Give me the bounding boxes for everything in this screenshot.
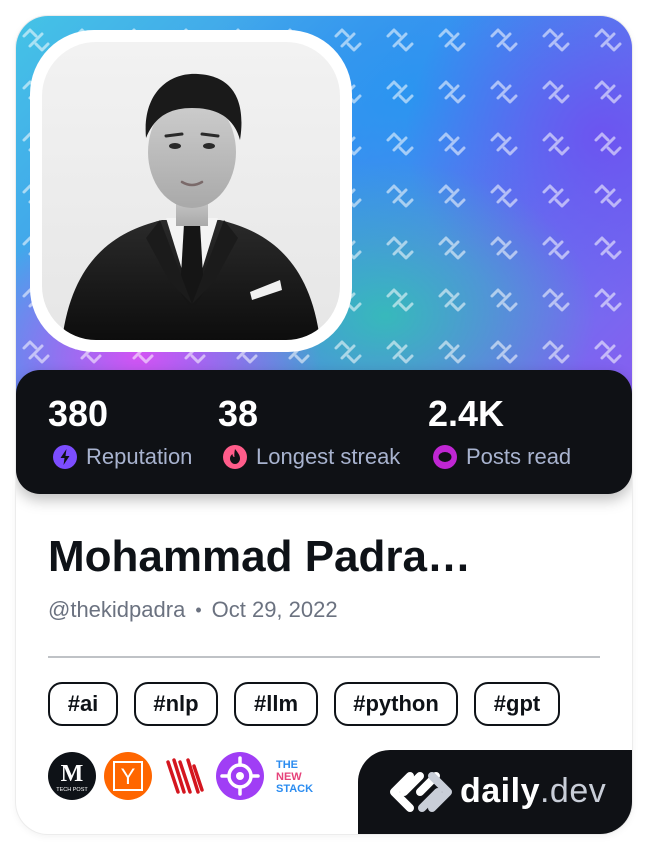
reputation-value: 380 [48, 393, 109, 434]
stats-bar: 380 Reputation 38 Longest streak 2.4K Po… [16, 370, 632, 494]
profile-name: Mohammad Padra… [48, 532, 471, 581]
profile-joined-date: Oct 29, 2022 [211, 597, 338, 622]
hacker-news-source-icon[interactable]: Y [104, 752, 152, 800]
svg-text:STACK: STACK [276, 783, 313, 795]
avatar-photo-illustration [62, 73, 320, 340]
longest-streak-label-row: Longest streak [222, 444, 400, 470]
avatar-frame [30, 30, 352, 352]
reputation-label-row: Reputation [52, 444, 192, 470]
brand-wordmark: daily.dev [460, 770, 606, 812]
meta-separator: • [195, 600, 202, 620]
tag-llm[interactable]: #llm [234, 682, 318, 726]
tag-ai[interactable]: #ai [48, 682, 118, 726]
crosshair-source-icon[interactable] [216, 752, 264, 800]
tag-nlp[interactable]: #nlp [134, 682, 218, 726]
brand-badge[interactable]: daily.dev [358, 750, 632, 834]
tag-gpt[interactable]: #gpt [474, 682, 560, 726]
avatar[interactable] [42, 42, 340, 340]
cover-background [16, 16, 632, 416]
tech-post-source-icon[interactable]: M TECH POST [48, 752, 96, 800]
profile-meta: @thekidpadra • Oct 29, 2022 [48, 596, 338, 624]
profile-card: 380 Reputation 38 Longest streak 2.4K Po… [16, 16, 632, 834]
streak-flame-icon [223, 445, 247, 469]
divider [48, 656, 600, 658]
posts-read-label: Posts read [466, 444, 572, 469]
svg-text:TECH POST: TECH POST [56, 787, 88, 793]
svg-text:M: M [61, 761, 84, 787]
svg-text:Y: Y [121, 764, 136, 789]
brand-suffix: .dev [539, 772, 607, 810]
the-new-stack-source-icon[interactable]: THE NEW STACK [272, 752, 320, 800]
posts-read-value: 2.4K [428, 393, 505, 434]
brand-name: daily [460, 772, 540, 810]
svg-text:NEW: NEW [276, 771, 302, 783]
profile-username[interactable]: @thekidpadra [48, 596, 185, 624]
daily-dev-logo-icon [390, 772, 452, 812]
reputation-label: Reputation [86, 444, 193, 469]
longest-streak-value: 38 [218, 393, 259, 434]
reputation-bolt-icon [53, 445, 77, 469]
tag-python[interactable]: #python [334, 682, 458, 726]
svg-text:THE: THE [276, 759, 298, 771]
posts-read-label-row: Posts read [432, 444, 571, 470]
red-stripes-source-icon[interactable] [160, 752, 208, 800]
longest-streak-label: Longest streak [256, 444, 401, 469]
posts-read-ring-icon [433, 445, 457, 469]
